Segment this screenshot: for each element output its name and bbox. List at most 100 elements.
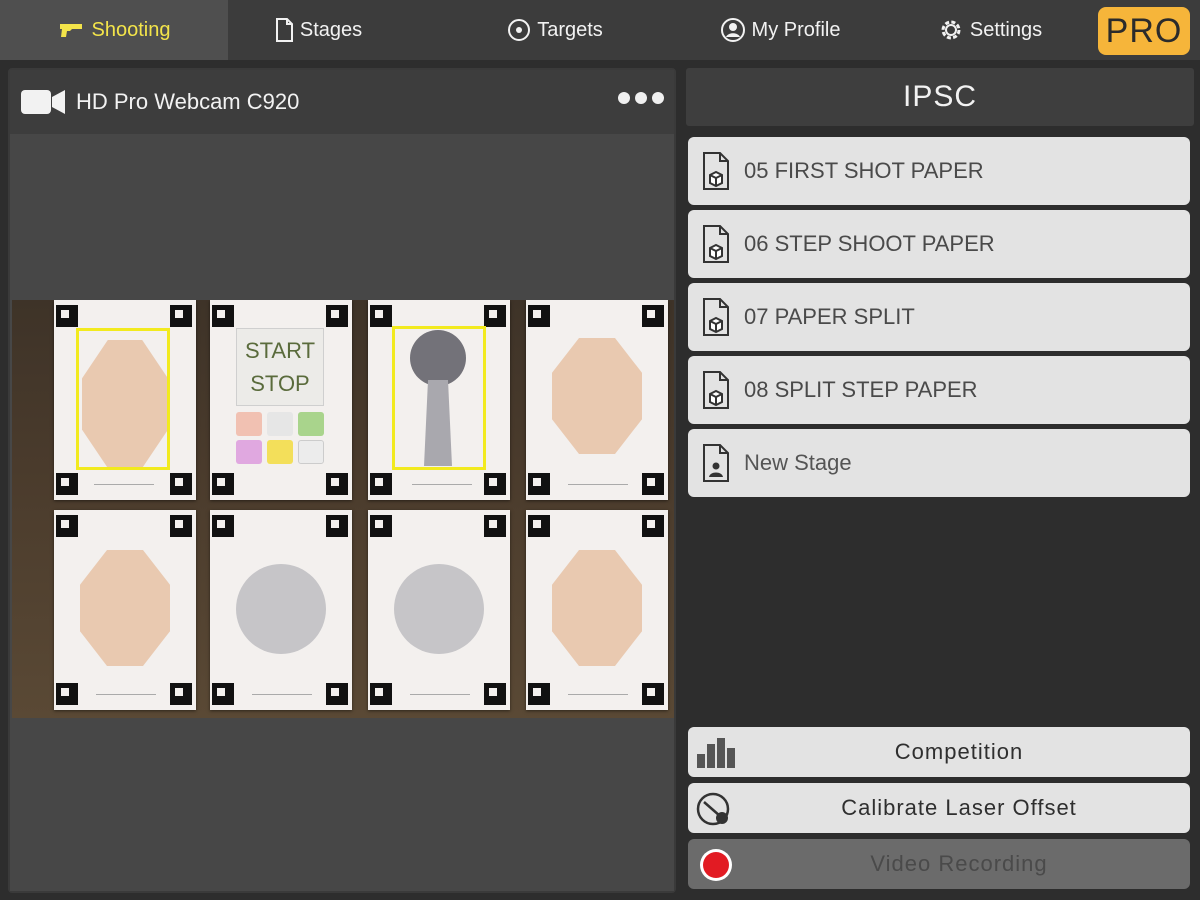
aruco-marker (484, 473, 506, 495)
circle-target (236, 564, 326, 654)
laser-calibrate-icon (696, 792, 730, 826)
stage-item-label: 08 SPLIT STEP PAPER (744, 377, 978, 402)
target-sheet (368, 300, 510, 500)
document-icon (275, 18, 293, 42)
target-sheet (526, 300, 668, 500)
pistol-icon (59, 24, 82, 37)
target-sheet (368, 510, 510, 710)
more-options-button[interactable] (618, 92, 664, 104)
gear-icon (941, 20, 961, 40)
stage-list: 05 FIRST SHOT PAPER 06 STEP SHOOT PAPER … (686, 134, 1194, 718)
aruco-marker (326, 305, 348, 327)
mini-target-button (267, 440, 293, 464)
stage-item[interactable]: 08 SPLIT STEP PAPER (688, 356, 1190, 424)
tab-targets[interactable]: Targets (460, 0, 650, 60)
stage-item[interactable]: 05 FIRST SHOT PAPER (688, 137, 1190, 205)
target-sheet (54, 510, 196, 710)
aruco-marker (212, 473, 234, 495)
circle-target (394, 564, 484, 654)
mini-target-button (298, 440, 324, 464)
stage-file-icon (703, 225, 729, 263)
tab-settings-label: Settings (969, 18, 1043, 41)
tab-settings[interactable]: Settings (900, 0, 1080, 60)
aruco-marker (528, 683, 550, 705)
stage-item[interactable]: 07 PAPER SPLIT (688, 283, 1190, 351)
mini-target-button (236, 440, 262, 464)
calibrate-laser-button[interactable]: Calibrate Laser Offset (688, 783, 1190, 833)
aruco-marker (370, 473, 392, 495)
aruco-marker (56, 473, 78, 495)
new-stage-item[interactable]: New Stage (688, 429, 1190, 497)
octagon-target (552, 550, 642, 666)
more-dot-icon (618, 92, 630, 104)
aruco-marker (170, 683, 192, 705)
camera-view: START STOP (10, 134, 674, 891)
video-recording-label: Video Recording (870, 851, 1048, 876)
sheet-footer-line (410, 694, 470, 695)
aruco-marker (642, 473, 664, 495)
start-stop-sheet: START STOP (210, 300, 352, 500)
target-sheet (210, 510, 352, 710)
tab-shooting-label: Shooting (91, 18, 171, 41)
aruco-marker (170, 515, 192, 537)
aruco-marker (642, 683, 664, 705)
start-stop-box: START STOP (236, 328, 324, 406)
aruco-marker (642, 515, 664, 537)
aruco-marker (56, 683, 78, 705)
bar-chart-icon (697, 738, 735, 768)
target-icon (508, 19, 531, 41)
video-recording-button[interactable]: Video Recording (688, 839, 1190, 889)
stage-file-icon (703, 371, 729, 409)
sheet-footer-line (96, 694, 156, 695)
stage-group-title: IPSC (686, 68, 1194, 126)
stage-item-label: 05 FIRST SHOT PAPER (744, 158, 984, 183)
mini-target-button (236, 412, 262, 436)
pro-badge[interactable]: PRO (1098, 7, 1190, 55)
competition-button[interactable]: Competition (688, 727, 1190, 777)
camera-header: HD Pro Webcam C920 (10, 70, 674, 134)
aruco-marker (484, 305, 506, 327)
tab-shooting[interactable]: Shooting (0, 0, 228, 60)
aruco-marker (326, 515, 348, 537)
octagon-target (552, 338, 642, 454)
user-icon (720, 18, 745, 42)
stop-label: STOP (250, 371, 310, 396)
camera-feed[interactable]: START STOP (12, 300, 674, 718)
more-dot-icon (652, 92, 664, 104)
new-stage-label: New Stage (744, 450, 852, 475)
sheet-footer-line (252, 694, 312, 695)
aruco-marker (484, 515, 506, 537)
octagon-target (80, 550, 170, 666)
new-stage-icon (703, 444, 729, 482)
stage-item-label: 07 PAPER SPLIT (744, 304, 915, 329)
aruco-marker (56, 515, 78, 537)
aruco-marker (212, 305, 234, 327)
video-camera-icon (21, 90, 65, 114)
aruco-marker (56, 305, 78, 327)
stage-file-icon (703, 152, 729, 190)
aruco-marker (370, 683, 392, 705)
calibrate-label: Calibrate Laser Offset (841, 795, 1077, 820)
mini-target-button (298, 412, 324, 436)
aruco-marker (212, 683, 234, 705)
sheet-footer-line (568, 694, 628, 695)
record-icon (700, 849, 732, 881)
target-selection-box[interactable] (392, 326, 486, 470)
tab-my-profile-label: My Profile (751, 18, 841, 41)
aruco-marker (528, 515, 550, 537)
aruco-marker (170, 305, 192, 327)
target-selection-box[interactable] (76, 328, 170, 470)
stage-file-icon (703, 298, 729, 336)
aruco-marker (484, 683, 506, 705)
target-sheet (54, 300, 196, 500)
sheet-footer-line (412, 484, 472, 485)
aruco-marker (170, 473, 192, 495)
stage-item-label: 06 STEP SHOOT PAPER (744, 231, 995, 256)
stage-item[interactable]: 06 STEP SHOOT PAPER (688, 210, 1190, 278)
start-label: START (244, 338, 316, 363)
top-nav: Shooting Stages Targets My Profile Setti… (0, 0, 1200, 60)
tab-stages[interactable]: Stages (228, 0, 408, 60)
more-dot-icon (635, 92, 647, 104)
tab-my-profile[interactable]: My Profile (680, 0, 880, 60)
camera-panel: HD Pro Webcam C920 START STOP (8, 68, 676, 893)
